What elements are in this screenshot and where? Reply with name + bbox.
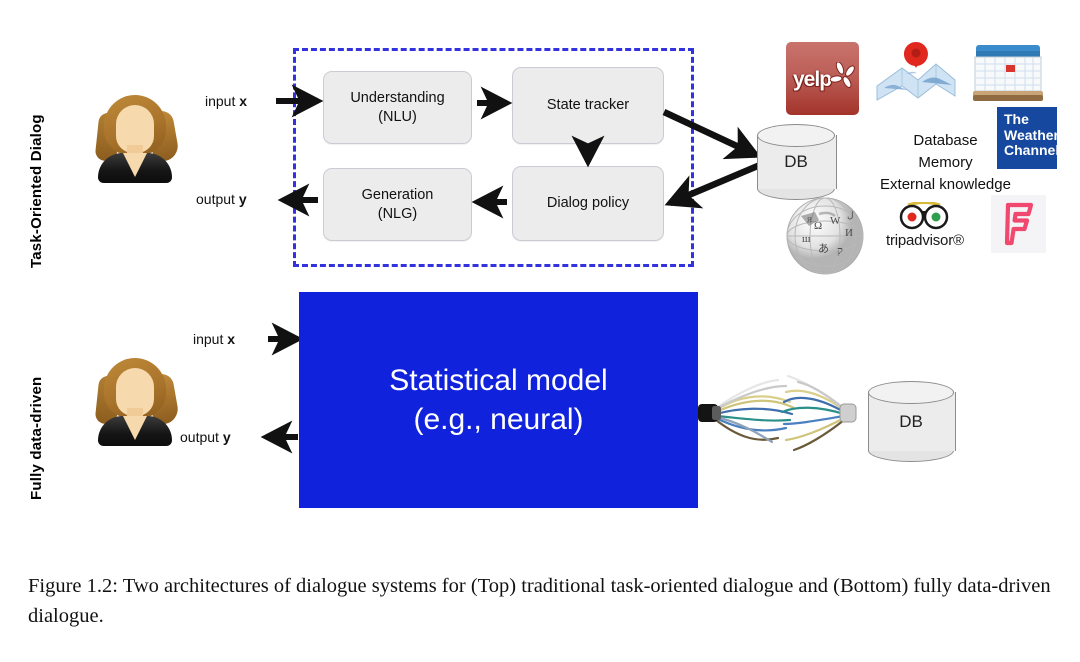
maps-logo[interactable]	[874, 38, 958, 112]
figure-caption: Figure 1.2: Two architectures of dialogu…	[28, 575, 1051, 627]
yelp-burst-icon	[830, 62, 855, 88]
statistical-model-box[interactable]: Statistical model (e.g., neural)	[299, 292, 698, 508]
module-dialog-policy-label: Dialog policy	[546, 195, 630, 212]
cable-bundle-icon	[698, 374, 857, 452]
output-var: y	[238, 191, 247, 207]
statistical-model-line2: (e.g., neural)	[413, 403, 584, 436]
foursquare-icon	[1004, 202, 1033, 246]
weather-channel-wordmark: The Weather Channel	[1004, 111, 1060, 159]
input-var: x	[239, 93, 248, 109]
wikipedia-globe-logo[interactable]: ΩW Иш あק яل	[785, 196, 865, 276]
module-line2: (NLU)	[378, 108, 417, 125]
output-label-text: output	[180, 429, 223, 445]
svg-text:ل: ل	[847, 210, 854, 220]
output-label-text: output	[196, 191, 239, 207]
yelp-logo[interactable]: yelp	[786, 42, 859, 115]
svg-text:あ: あ	[818, 242, 829, 255]
row-label-task-oriented: Task-Oriented Dialog	[28, 114, 45, 268]
calendar-icon	[973, 45, 1043, 101]
map-icon	[876, 42, 956, 101]
tripadvisor-icon	[899, 201, 949, 230]
user-avatar-bottom	[92, 358, 181, 446]
db-label-top: DB	[784, 152, 808, 171]
db-cylinder-top: DB	[757, 124, 837, 200]
output-var: y	[222, 429, 231, 445]
input-label-bottom: input x	[193, 331, 235, 347]
tripadvisor-wordmark: tripadvisor®	[886, 232, 964, 249]
foursquare-logo[interactable]	[991, 195, 1046, 253]
input-label-top: input x	[205, 93, 247, 109]
input-label-text: input	[205, 93, 240, 109]
module-state-tracker-label: State tracker	[546, 97, 630, 114]
output-label-top: output y	[196, 191, 247, 207]
knowledge-line-external: External knowledge	[880, 175, 1011, 193]
svg-text:ק: ק	[837, 245, 843, 257]
module-dialog-policy[interactable]: Dialog policy	[512, 166, 664, 241]
db-label-bottom: DB	[899, 411, 923, 431]
module-understanding-label: Understanding (NLU)	[350, 89, 444, 125]
figure-diagram: Task-Oriented Dialog Fully data-driven i…	[0, 0, 1080, 560]
module-line1: Understanding	[350, 90, 445, 107]
wikipedia-globe-icon: ΩW Иш あק яل	[786, 197, 864, 275]
user-avatar-top	[92, 95, 181, 183]
module-line1: Generation	[361, 187, 434, 204]
module-state-tracker[interactable]: State tracker	[512, 67, 664, 144]
module-generation[interactable]: Generation (NLG)	[323, 168, 472, 241]
yelp-wordmark: yelp	[793, 68, 832, 91]
output-label-bottom: output y	[180, 429, 231, 445]
module-line2: (NLG)	[377, 205, 418, 222]
svg-text:W: W	[830, 215, 841, 227]
module-understanding[interactable]: Understanding (NLU)	[323, 71, 472, 144]
row-label-fully-data-driven: Fully data-driven	[28, 376, 45, 500]
weather-channel-logo[interactable]: The Weather Channel	[997, 107, 1060, 169]
statistical-model-line1: Statistical model	[389, 364, 608, 397]
db-cylinder-bottom: DB	[868, 381, 956, 462]
svg-text:ш: ш	[802, 233, 811, 245]
input-var: x	[227, 331, 236, 347]
module-generation-label: Generation (NLG)	[362, 186, 434, 222]
svg-text:И: И	[845, 227, 853, 239]
tripadvisor-owl-icon[interactable]	[898, 201, 950, 232]
calendar-logo[interactable]	[972, 43, 1044, 105]
input-label-text: input	[193, 331, 228, 347]
